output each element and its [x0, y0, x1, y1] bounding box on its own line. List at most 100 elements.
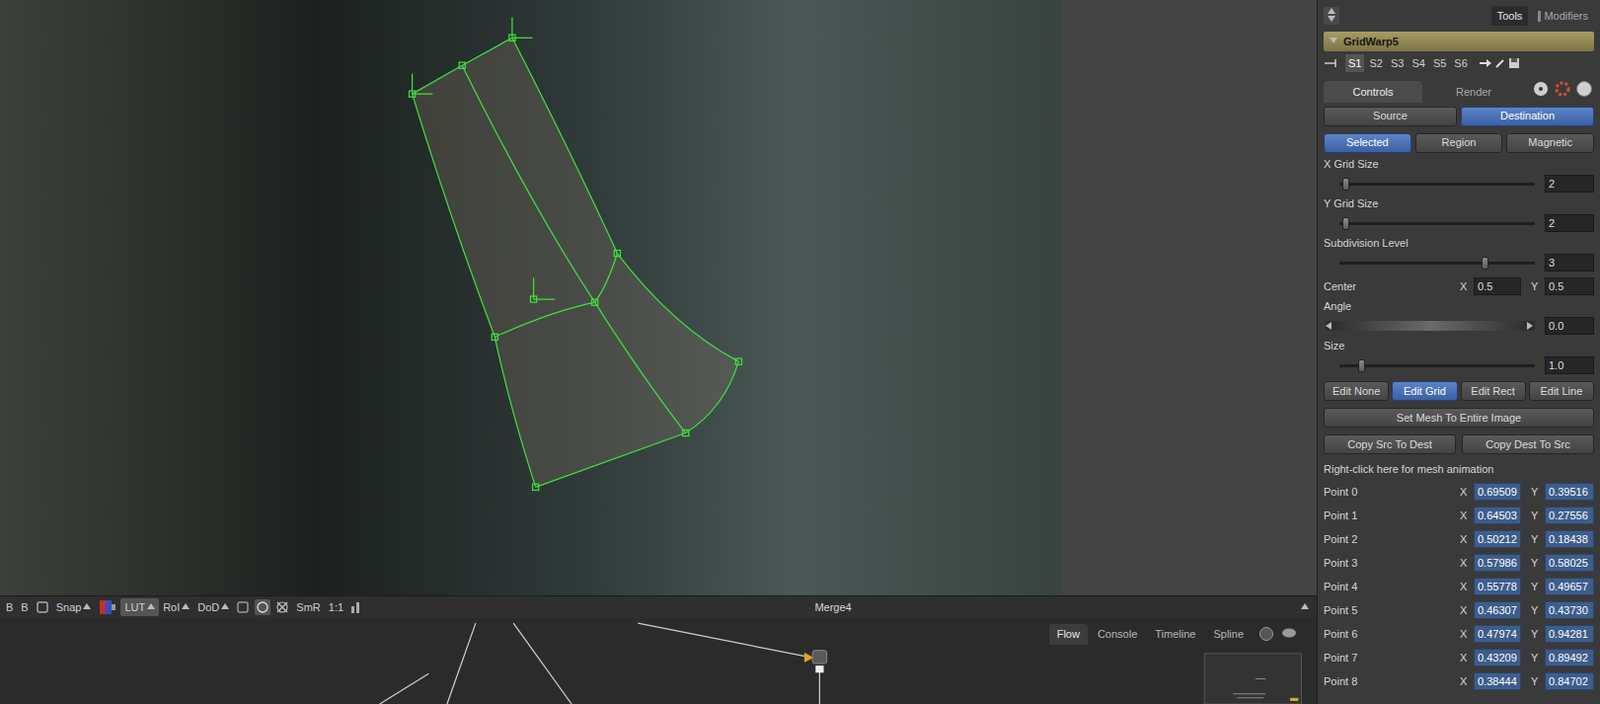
mode-button[interactable]: Destination: [1460, 106, 1595, 127]
point-x[interactable]: 0.46307: [1473, 601, 1522, 619]
tool-header[interactable]: GridWarp5: [1323, 31, 1595, 52]
info-icon[interactable]: [1576, 80, 1593, 97]
edit-button[interactable]: Edit Grid: [1391, 380, 1457, 401]
viewer-image[interactable]: [0, 0, 1062, 596]
slider-thumb[interactable]: [1342, 177, 1350, 191]
bars-icon[interactable]: [350, 600, 363, 614]
panel-tab[interactable]: Modifiers: [1531, 5, 1595, 26]
info-icon[interactable]: [1259, 626, 1274, 641]
picker-icon[interactable]: [1494, 57, 1507, 70]
point-y[interactable]: 0.58025: [1544, 553, 1595, 572]
lock-icon[interactable]: [235, 600, 250, 614]
point-x[interactable]: 0.64503: [1473, 506, 1522, 525]
version-slot[interactable]: S5: [1430, 54, 1449, 73]
point-row: Point 5X0.46307Y0.43730: [1317, 598, 1600, 622]
version-slot[interactable]: S6: [1450, 54, 1470, 73]
slider-thumb[interactable]: [1481, 256, 1489, 270]
toolbar-button[interactable]: RoI: [158, 598, 194, 616]
collapse-icon: [1329, 37, 1338, 46]
point-row: Point 8X0.38444Y0.84702: [1317, 669, 1600, 693]
copy-button[interactable]: Copy Dest To Src: [1461, 434, 1595, 455]
edit-button[interactable]: Edit Rect: [1460, 380, 1526, 401]
checker-icon[interactable]: [274, 599, 291, 615]
point-y[interactable]: 0.43730: [1544, 601, 1595, 619]
point-y[interactable]: 0.49657: [1544, 577, 1595, 596]
point-y[interactable]: 0.27556: [1544, 506, 1595, 525]
toolbar-button[interactable]: 1:1: [324, 598, 348, 616]
point-x[interactable]: 0.43209: [1473, 648, 1522, 667]
point-y[interactable]: 0.39516: [1544, 482, 1595, 501]
point-x[interactable]: 0.69509: [1473, 482, 1522, 501]
toolbar-button[interactable]: LUT: [120, 598, 159, 616]
point-x[interactable]: 0.55778: [1473, 577, 1522, 596]
fusion-window: BBSnapLUTRoIDoDSmR1:1Merge4FlowConsoleTi…: [0, 0, 1600, 704]
version-slot[interactable]: S4: [1408, 54, 1428, 73]
mesh-animation-hint[interactable]: Right-click here for mesh animation: [1317, 457, 1600, 480]
flow-area[interactable]: FlowConsoleTimelineSpline: [0, 617, 1317, 704]
slider-control: Subdivision Level3: [1317, 234, 1600, 275]
control-tab[interactable]: Render: [1424, 80, 1524, 103]
mode-button[interactable]: Source: [1323, 106, 1457, 127]
panel-tab[interactable]: Tools: [1491, 5, 1529, 26]
select-button[interactable]: Region: [1415, 133, 1504, 153]
transform-icon[interactable]: [254, 599, 271, 615]
center-y[interactable]: 0.5: [1544, 277, 1595, 296]
slider-track[interactable]: [1339, 261, 1535, 265]
flow-tab[interactable]: Console: [1089, 623, 1145, 645]
radiation-icon[interactable]: [1532, 80, 1549, 97]
size-track[interactable]: [1339, 364, 1535, 368]
control-tab[interactable]: Controls: [1323, 80, 1423, 103]
toolbar-button[interactable]: SmR: [292, 598, 324, 616]
angle-wheel[interactable]: [1325, 320, 1535, 331]
point-y[interactable]: 0.94281: [1544, 624, 1595, 643]
arrow-icon[interactable]: [1478, 57, 1493, 70]
point-x[interactable]: 0.57986: [1473, 553, 1522, 572]
edit-button[interactable]: Edit Line: [1528, 380, 1595, 401]
point-y[interactable]: 0.18438: [1544, 530, 1595, 548]
point-x[interactable]: 0.50212: [1473, 530, 1522, 548]
save-icon[interactable]: [1508, 57, 1521, 70]
slider-thumb[interactable]: [1342, 217, 1350, 230]
flow-tab[interactable]: Spline: [1205, 623, 1252, 645]
slider-track[interactable]: [1339, 182, 1535, 186]
center-x[interactable]: 0.5: [1473, 277, 1522, 296]
slider-value[interactable]: 3: [1544, 253, 1595, 272]
edit-button[interactable]: Edit None: [1323, 380, 1389, 401]
toolbar-button[interactable]: DoD: [193, 598, 233, 616]
point-x[interactable]: 0.38444: [1473, 672, 1522, 690]
slider-value[interactable]: 2: [1544, 174, 1595, 193]
point-x[interactable]: 0.47974: [1473, 624, 1522, 643]
tools-panel: ToolsModifiers GridWarp5 S1S2S3S4S5S6 Contr…: [1316, 0, 1600, 704]
scroll-button[interactable]: [1323, 6, 1340, 25]
point-row: Point 7X0.43209Y0.89492: [1317, 645, 1600, 670]
slider-thumb[interactable]: [1358, 359, 1366, 373]
set-mesh-button[interactable]: Set Mesh To Entire Image: [1323, 407, 1595, 428]
gear-icon[interactable]: [1554, 80, 1571, 97]
pin-icon[interactable]: [1323, 57, 1340, 70]
channel-icon[interactable]: [98, 599, 117, 615]
angle-value[interactable]: 0.0: [1544, 316, 1595, 335]
toolbar-button[interactable]: B: [16, 598, 32, 616]
point-y[interactable]: 0.89492: [1544, 648, 1595, 667]
flow-tab[interactable]: Flow: [1049, 623, 1088, 645]
version-slot[interactable]: S3: [1387, 54, 1407, 73]
expand-icon: [1300, 603, 1309, 611]
point-row: Point 1X0.64503Y0.27556: [1317, 503, 1600, 528]
version-slot[interactable]: S2: [1366, 54, 1385, 73]
version-slot[interactable]: S1: [1345, 54, 1365, 73]
size-value[interactable]: 1.0: [1544, 356, 1595, 375]
point-row: Point 4X0.55778Y0.49657: [1317, 574, 1600, 599]
slider-value[interactable]: 2: [1544, 214, 1595, 232]
slider-control: Y Grid Size2: [1317, 195, 1600, 235]
select-button[interactable]: Selected: [1323, 133, 1412, 153]
slider-track[interactable]: [1339, 222, 1535, 226]
toolbar-button[interactable]: B: [1, 598, 17, 616]
point-y[interactable]: 0.84702: [1544, 672, 1595, 690]
grid-warp-mesh-icon[interactable]: [0, 0, 1062, 596]
copy-button[interactable]: Copy Src To Dest: [1323, 434, 1456, 455]
comment-icon[interactable]: [1281, 627, 1297, 640]
toolbar-button[interactable]: Snap: [52, 598, 96, 616]
flow-tab[interactable]: Timeline: [1146, 623, 1204, 645]
guides-icon[interactable]: [35, 600, 50, 614]
select-button[interactable]: Magnetic: [1506, 133, 1595, 153]
